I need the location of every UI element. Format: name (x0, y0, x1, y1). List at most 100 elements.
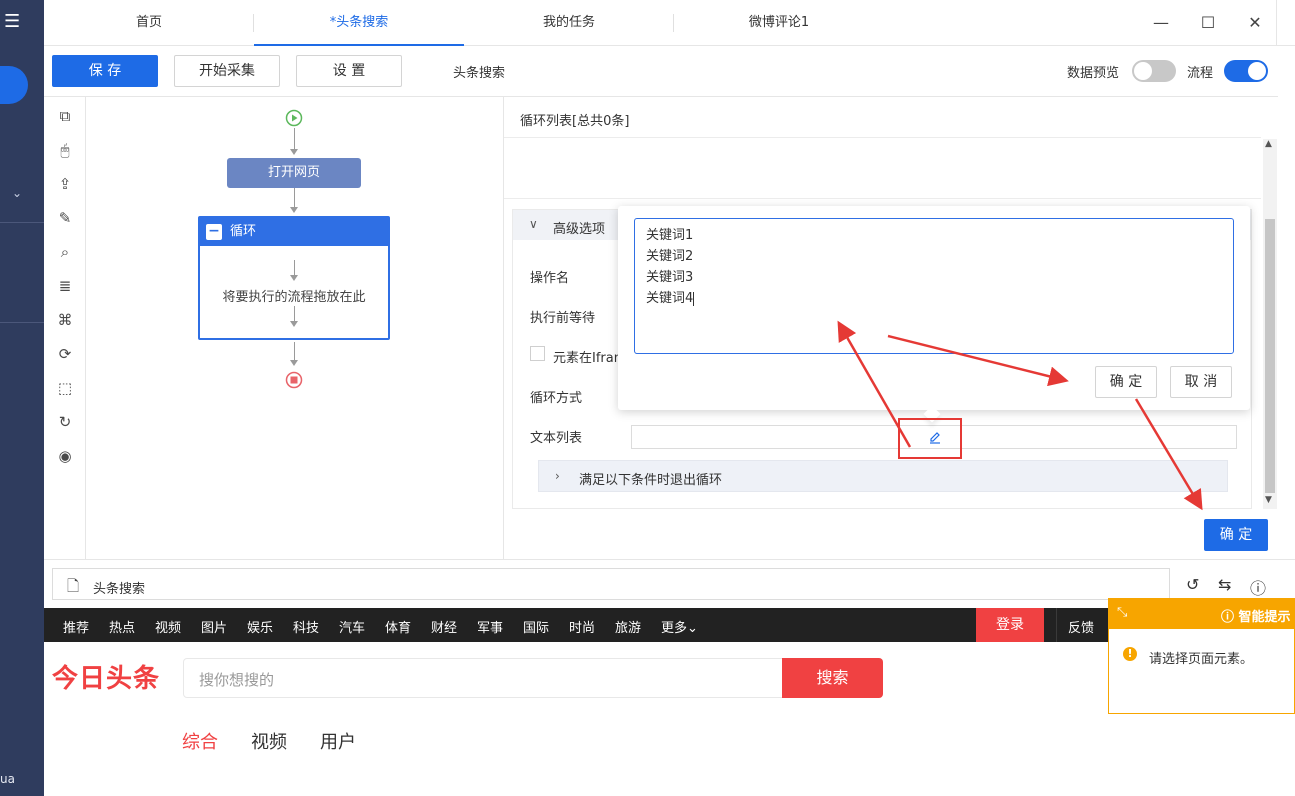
tab-bar: 首页 *头条搜索 我的任务 微博评论1 — ☐ ✕ (44, 0, 1295, 46)
site-nav-item[interactable]: 视频 (155, 617, 181, 636)
site-nav-item[interactable]: 旅游 (615, 617, 641, 636)
popup-cancel-button[interactable]: 取 消 (1170, 366, 1232, 398)
text-line: 关键词4 (646, 291, 695, 306)
site-nav-more[interactable]: 更多⌄ (661, 617, 698, 636)
user-label: ua (0, 772, 15, 786)
scroll-up-icon[interactable]: ▲ (1265, 139, 1272, 149)
site-search-input[interactable]: 搜你想搜的 (183, 658, 783, 698)
edit-pencil-icon[interactable] (928, 430, 942, 444)
menu-icon[interactable]: ☰ (4, 12, 26, 32)
divider (1056, 608, 1057, 642)
connector (294, 342, 295, 362)
collapse-icon[interactable]: − (206, 224, 222, 240)
info-icon[interactable]: ⓘ (1250, 575, 1266, 599)
text-list-textarea[interactable]: 关键词1 关键词2 关键词3 关键词4 (634, 218, 1234, 354)
switch-icon[interactable]: ⇆ (1218, 575, 1231, 594)
loop-node[interactable]: − 循环 将要执行的流程拖放在此 (198, 216, 390, 340)
edit-icon[interactable]: ✎ (54, 207, 76, 229)
advanced-options-label: 高级选项 (553, 222, 606, 237)
end-icon (285, 371, 303, 389)
text-list-label: 文本列表 (530, 431, 583, 446)
data-preview-toggle[interactable] (1132, 60, 1176, 82)
open-page-node[interactable]: 打开网页 (227, 158, 361, 188)
text-list-input[interactable] (631, 425, 1237, 449)
site-nav-item[interactable]: 科技 (293, 617, 319, 636)
document-icon: 🗋 (67, 577, 80, 595)
scroll-down-icon[interactable]: ▼ (1265, 495, 1272, 505)
scrollbar[interactable]: ▲ ▼ (1263, 139, 1277, 509)
tab-home[interactable]: 首页 (44, 0, 254, 46)
site-nav-item[interactable]: 体育 (385, 617, 411, 636)
connector (294, 306, 295, 322)
click-element-icon[interactable]: 🖱 (54, 139, 76, 161)
address-input[interactable]: 🗋 头条搜索 (52, 568, 1170, 600)
loop-icon[interactable]: ⟳ (54, 343, 76, 365)
loop-node-header[interactable]: − 循环 (200, 218, 388, 246)
collapse-icon[interactable]: ⤡ (1117, 605, 1127, 620)
search-tab-user[interactable]: 用户 (320, 728, 356, 754)
start-collect-button[interactable]: 开始采集 (174, 55, 280, 87)
flow-label: 流程 (1187, 66, 1214, 81)
minimize-icon[interactable]: — (1150, 12, 1172, 34)
exit-condition-label: 满足以下条件时退出循环 (579, 473, 723, 488)
active-nav-indicator[interactable] (0, 66, 28, 104)
loop-mode-label: 循环方式 (530, 391, 583, 406)
toutiao-logo[interactable]: 今日头条 (52, 658, 160, 695)
start-icon (285, 109, 303, 127)
stop-icon[interactable]: ◉ (54, 445, 76, 467)
text-list-editor-popup: 关键词1 关键词2 关键词3 关键词4 确 定 取 消 (618, 206, 1250, 423)
tab-toutiao-search[interactable]: *头条搜索 (254, 0, 464, 46)
iframe-checkbox[interactable] (530, 346, 545, 361)
chevron-down-icon: ⌄ (687, 621, 698, 636)
search-tab-video[interactable]: 视频 (251, 728, 287, 754)
scrollbar-thumb[interactable] (1265, 219, 1275, 493)
site-nav-item[interactable]: 财经 (431, 617, 457, 636)
exit-condition-row[interactable]: › 满足以下条件时退出循环 (538, 460, 1228, 492)
site-nav-item[interactable]: 汽车 (339, 617, 365, 636)
popup-confirm-button[interactable]: 确 定 (1095, 366, 1157, 398)
site-nav-item[interactable]: 娱乐 (247, 617, 273, 636)
step-toolbox: ⧉ 🖱 ⇪ ✎ ⌕ ≣ ⌘ ⟳ ⬚ ↻ ◉ (44, 97, 86, 559)
site-nav-item[interactable]: 时尚 (569, 617, 595, 636)
text-line: 关键词2 (646, 249, 694, 264)
save-button[interactable]: 保 存 (52, 55, 158, 87)
refresh-icon[interactable]: ↺ (1186, 575, 1199, 594)
extract-data-icon[interactable]: ⌕ (54, 241, 76, 263)
feedback-link[interactable]: 反馈 (1068, 617, 1094, 636)
chevron-down-icon: ∨ (529, 217, 538, 231)
chevron-down-icon[interactable]: ⌄ (12, 186, 22, 200)
connector (294, 128, 295, 150)
list-icon[interactable]: ≣ (54, 275, 76, 297)
close-icon[interactable]: ✕ (1244, 12, 1266, 34)
login-button[interactable]: 登录 (976, 608, 1044, 642)
smart-tip-message: 请选择页面元素。 (1149, 652, 1254, 667)
operation-name-label: 操作名 (530, 271, 570, 286)
site-nav-item[interactable]: 推荐 (63, 617, 89, 636)
confirm-button[interactable]: 确 定 (1204, 519, 1268, 551)
flow-toggle[interactable] (1224, 60, 1268, 82)
connector (294, 188, 295, 208)
tab-weibo-comments[interactable]: 微博评论1 (674, 0, 884, 46)
loop-list[interactable] (504, 137, 1261, 199)
site-nav-item[interactable]: 国际 (523, 617, 549, 636)
site-search-button[interactable]: 搜索 (782, 658, 883, 698)
search-tab-all[interactable]: 综合 (182, 728, 218, 754)
open-page-icon[interactable]: ⧉ (54, 105, 76, 127)
upload-icon[interactable]: ⇪ (54, 173, 76, 195)
smart-tip-panel: ⤡ ⓘ 智能提示 ! 请选择页面元素。 (1108, 598, 1295, 714)
site-nav-item[interactable]: 军事 (477, 617, 503, 636)
loop-drop-zone[interactable]: 将要执行的流程拖放在此 (200, 286, 388, 305)
branch-icon[interactable]: ⌘ (54, 309, 76, 331)
select-icon[interactable]: ⬚ (54, 377, 76, 399)
data-preview-label: 数据预览 (1067, 66, 1120, 81)
tab-my-tasks[interactable]: 我的任务 (464, 0, 674, 46)
connector-arrow (290, 275, 298, 281)
flow-canvas[interactable]: 打开网页 − 循环 将要执行的流程拖放在此 (86, 97, 504, 559)
connector-arrow (290, 321, 298, 327)
refresh-icon[interactable]: ↻ (54, 411, 76, 433)
site-nav-item[interactable]: 热点 (109, 617, 135, 636)
settings-button[interactable]: 设 置 (296, 55, 402, 87)
maximize-icon[interactable]: ☐ (1197, 12, 1219, 34)
connector-arrow (290, 149, 298, 155)
site-nav-item[interactable]: 图片 (201, 617, 227, 636)
